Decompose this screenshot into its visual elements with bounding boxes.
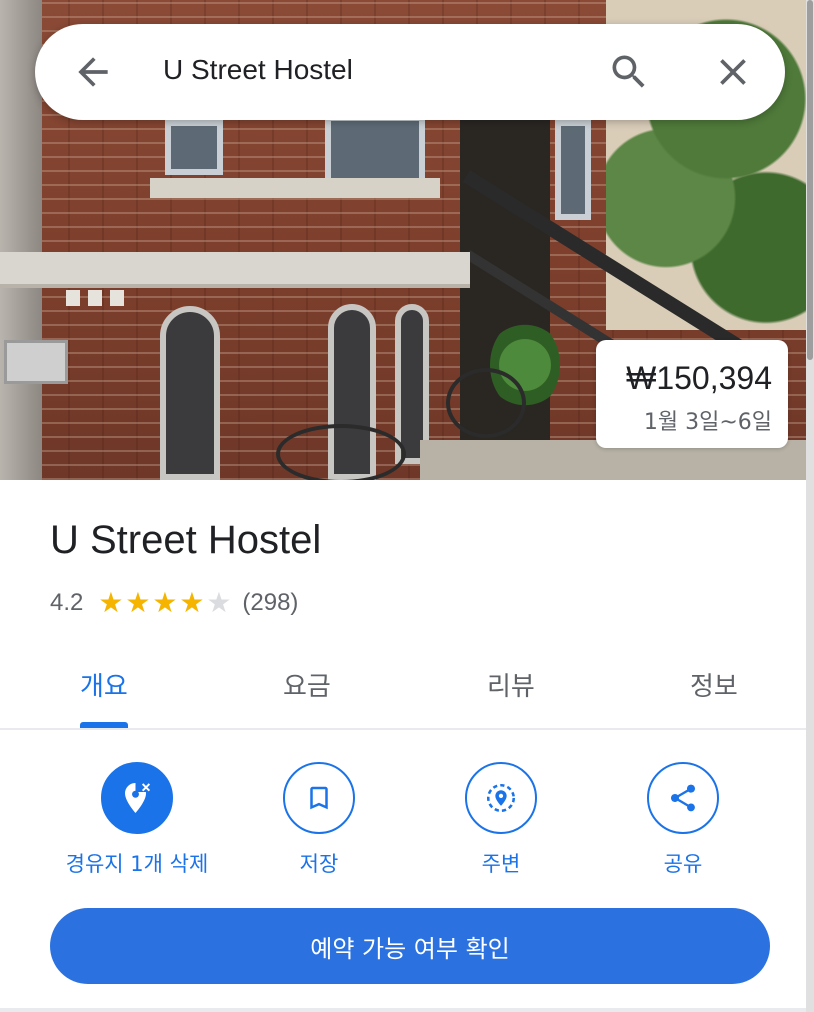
bookmark-icon [283, 762, 355, 834]
tab-prices[interactable]: 요금 [283, 666, 331, 703]
star-empty-icon: ★ [206, 587, 232, 618]
rating-row[interactable]: 4.2 ★ ★ ★ ★ ★ (298) [50, 587, 298, 619]
nearby-button[interactable]: 주변 [411, 762, 591, 882]
remove-stop-icon [101, 762, 173, 834]
nearby-icon [465, 762, 537, 834]
tab-bar: 개요 요금 리뷰 정보 [0, 650, 806, 730]
photo-air-conditioner [4, 340, 68, 384]
star-filled-icon: ★ [125, 587, 151, 618]
tab-overview[interactable]: 개요 [80, 666, 128, 703]
photo-window [165, 120, 223, 175]
review-count[interactable]: (298) [242, 589, 298, 617]
scrollbar[interactable] [806, 0, 814, 1012]
photo-stone-band [0, 252, 470, 288]
divider [0, 1008, 806, 1012]
place-title: U Street Hostel [50, 518, 322, 562]
remove-stop-button[interactable]: 경유지 1개 삭제 [47, 762, 227, 882]
star-filled-icon: ★ [98, 587, 124, 618]
share-icon [647, 762, 719, 834]
photo-chair [276, 424, 406, 480]
date-range-text: 1월 3일~6일 [643, 410, 772, 435]
check-availability-button[interactable]: 예약 가능 여부 확인 [50, 908, 770, 984]
search-icon[interactable] [607, 50, 651, 94]
search-query-text[interactable]: U Street Hostel [163, 54, 353, 86]
rating-stars: ★ ★ ★ ★ ★ [97, 589, 232, 617]
save-label: 저장 [299, 852, 339, 876]
share-label: 공유 [663, 852, 703, 876]
rating-value: 4.2 [50, 589, 84, 616]
active-tab-indicator [80, 722, 128, 728]
photo-arched-window [160, 306, 220, 480]
remove-stop-label: 경유지 1개 삭제 [65, 852, 209, 876]
photo-window [555, 120, 591, 220]
close-icon[interactable] [711, 50, 755, 94]
photo-vent [110, 290, 124, 306]
share-button[interactable]: 공유 [593, 762, 773, 882]
search-bar[interactable]: U Street Hostel [35, 24, 785, 120]
tab-reviews[interactable]: 리뷰 [487, 666, 535, 703]
photo-vent [88, 290, 102, 306]
star-filled-icon: ★ [179, 587, 205, 618]
arrow-back-icon[interactable] [71, 50, 115, 94]
photo-window-sill [150, 178, 440, 198]
star-filled-icon: ★ [152, 587, 178, 618]
nearby-label: 주변 [481, 852, 521, 876]
photo-vent [66, 290, 80, 306]
price-card[interactable]: ₩150,394 1월 3일~6일 [596, 340, 788, 448]
scrollbar-thumb[interactable] [807, 0, 813, 360]
photo-chair [446, 368, 526, 438]
tab-about[interactable]: 정보 [690, 666, 738, 703]
check-availability-label: 예약 가능 여부 확인 [310, 934, 510, 963]
price-text: ₩150,394 [626, 360, 772, 396]
save-button[interactable]: 저장 [229, 762, 409, 882]
